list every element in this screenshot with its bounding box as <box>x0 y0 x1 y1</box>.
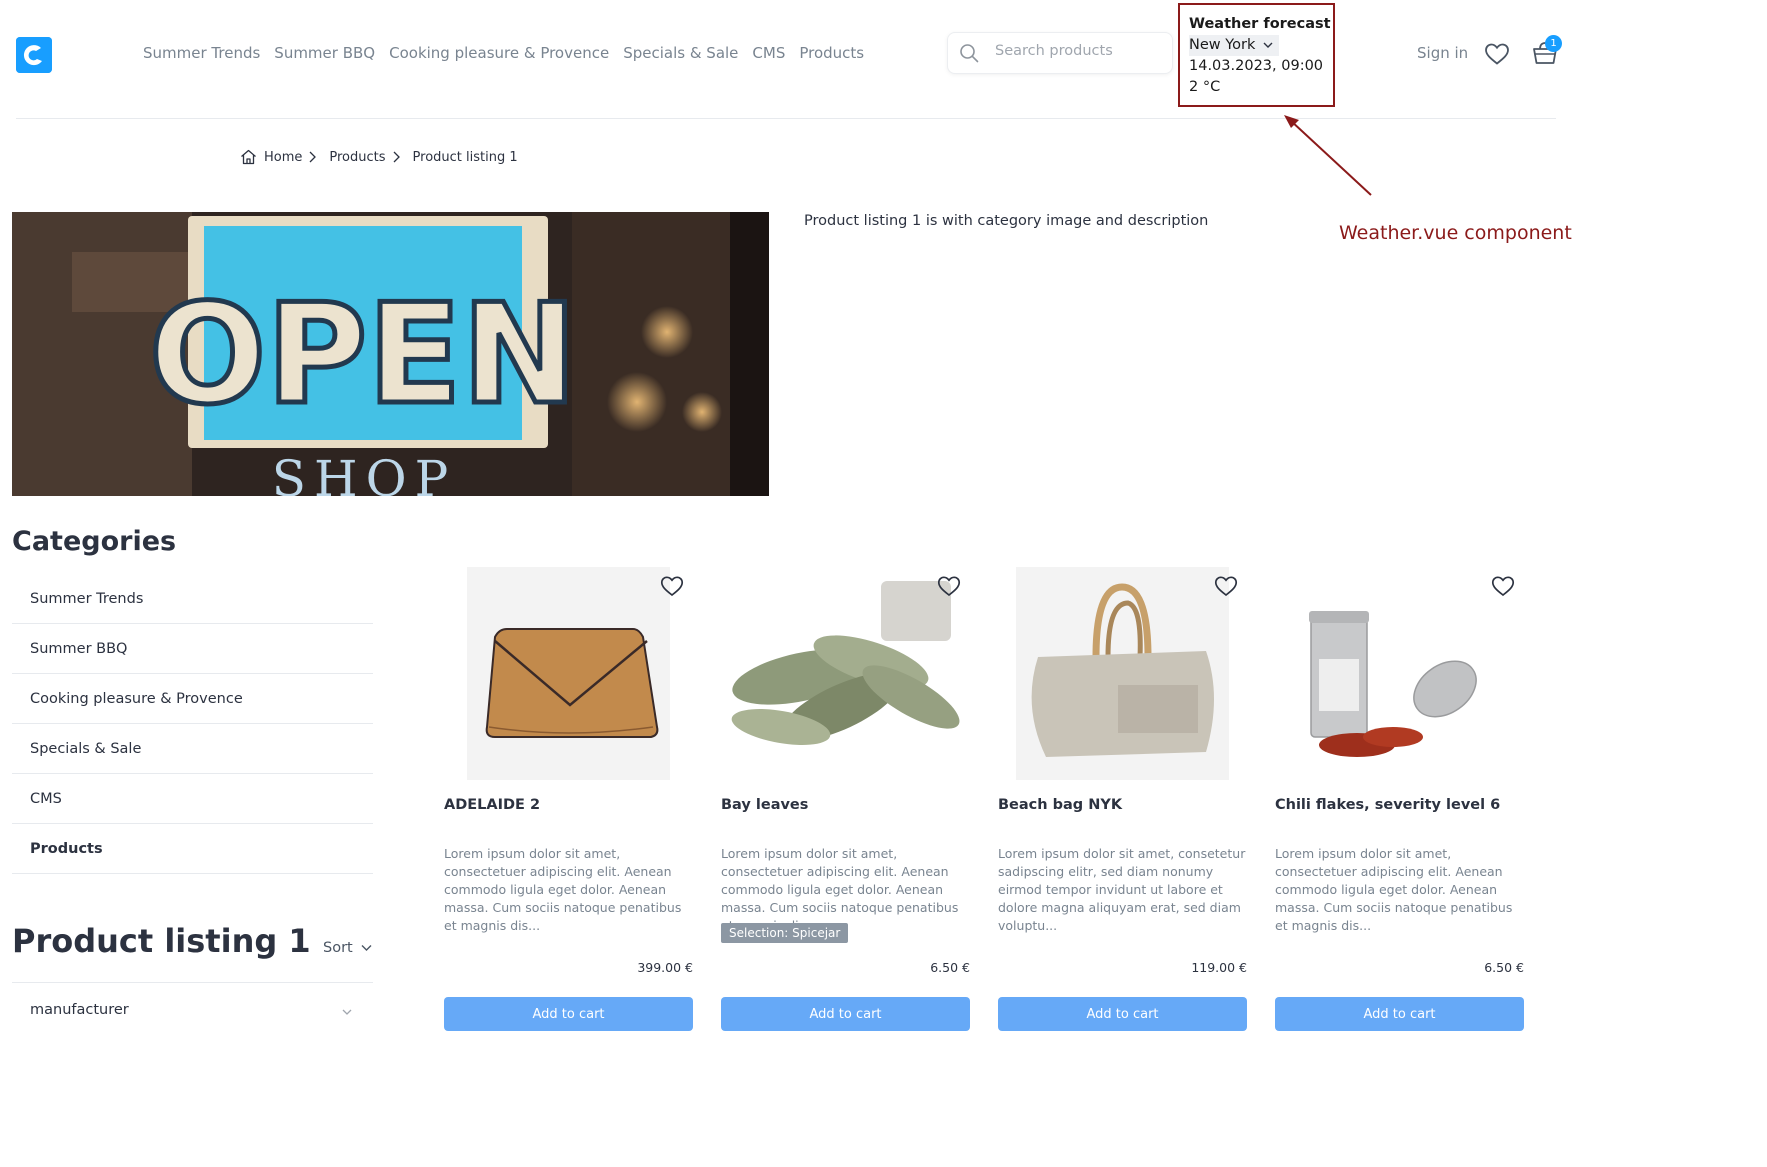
annotation-arrow-icon <box>1284 115 1372 196</box>
category-item-cooking-pleasure[interactable]: Cooking pleasure & Provence <box>12 674 373 724</box>
add-to-cart-button[interactable]: Add to cart <box>444 997 693 1031</box>
product-badge: Selection: Spicejar <box>721 923 849 943</box>
chevron-down-icon <box>1263 42 1273 48</box>
sort-label: Sort <box>323 940 353 956</box>
product-card: Chili flakes, severity level 6 Lorem ips… <box>1275 567 1524 1167</box>
hero-shop-text: SHOP <box>272 450 457 496</box>
category-item-summer-trends[interactable]: Summer Trends <box>12 574 373 624</box>
filter-label: manufacturer <box>30 1002 129 1018</box>
sign-in-link[interactable]: Sign in <box>1417 44 1468 62</box>
annotation-label: Weather.vue component <box>1339 222 1572 244</box>
product-card: Bay leaves Lorem ipsum dolor sit amet, c… <box>721 567 970 1167</box>
category-list: Summer Trends Summer BBQ Cooking pleasur… <box>12 574 373 874</box>
sort-divider <box>12 982 373 983</box>
category-item-cms[interactable]: CMS <box>12 774 373 824</box>
category-item-products[interactable]: Products <box>12 824 373 874</box>
add-to-cart-button[interactable]: Add to cart <box>1275 997 1524 1031</box>
nav-item-cms[interactable]: CMS <box>752 44 785 62</box>
home-icon[interactable] <box>240 149 257 165</box>
page-title: Product listing 1 <box>12 922 311 960</box>
categories-heading: Categories <box>12 526 177 557</box>
product-description: Lorem ipsum dolor sit amet, consetetur s… <box>998 846 1246 933</box>
heart-icon[interactable] <box>660 575 684 597</box>
product-description: Lorem ipsum dolor sit amet, consectetuer… <box>444 846 682 933</box>
search-icon[interactable] <box>959 43 979 63</box>
product-price: 6.50 € <box>1484 960 1524 975</box>
product-name[interactable]: ADELAIDE 2 <box>444 797 540 813</box>
logo-icon <box>16 37 52 73</box>
weather-city-select[interactable]: New York <box>1189 35 1280 56</box>
category-item-summer-bbq[interactable]: Summer BBQ <box>12 624 373 674</box>
product-name[interactable]: Bay leaves <box>721 797 808 813</box>
add-to-cart-button[interactable]: Add to cart <box>721 997 970 1031</box>
product-image[interactable] <box>998 567 1247 780</box>
hero-sign-text: OPEN <box>149 274 577 435</box>
cart-count-badge: 1 <box>1545 35 1562 52</box>
beach-bag-image <box>1016 567 1229 780</box>
product-description: Lorem ipsum dolor sit amet, consectetuer… <box>721 846 959 933</box>
product-price: 6.50 € <box>930 960 970 975</box>
heart-icon[interactable] <box>937 575 961 597</box>
category-item-specials-sale[interactable]: Specials & Sale <box>12 724 373 774</box>
bay-leaves-image <box>721 567 970 780</box>
product-card: Beach bag NYK Lorem ipsum dolor sit amet… <box>998 567 1247 1167</box>
chevron-down-icon <box>342 1009 352 1015</box>
nav-item-products[interactable]: Products <box>799 44 864 62</box>
weather-city-value: New York <box>1189 37 1256 53</box>
product-name[interactable]: Chili flakes, severity level 6 <box>1275 797 1500 813</box>
sort-dropdown[interactable]: Sort <box>323 940 372 956</box>
breadcrumb-home[interactable]: Home <box>264 150 302 165</box>
product-price: 399.00 € <box>637 960 693 975</box>
category-hero-image: OPEN SHOP <box>12 212 769 496</box>
weather-title: Weather forecast <box>1189 16 1331 32</box>
product-image[interactable] <box>721 567 970 780</box>
chevron-right-icon <box>393 151 400 163</box>
product-image[interactable] <box>444 567 693 780</box>
handbag-image <box>467 567 670 780</box>
add-to-cart-button[interactable]: Add to cart <box>998 997 1247 1031</box>
search-input[interactable] <box>993 42 1167 60</box>
chevron-down-icon <box>361 945 372 951</box>
product-image[interactable] <box>1275 567 1524 780</box>
chili-flakes-image <box>1275 567 1524 780</box>
nav-item-summer-trends[interactable]: Summer Trends <box>143 44 260 62</box>
main-navigation: Summer Trends Summer BBQ Cooking pleasur… <box>143 44 864 62</box>
logo[interactable] <box>16 37 52 73</box>
breadcrumb-products[interactable]: Products <box>329 150 385 165</box>
nav-item-summer-bbq[interactable]: Summer BBQ <box>274 44 375 62</box>
weather-widget: Weather forecast New York 14.03.2023, 09… <box>1178 3 1335 107</box>
wishlist-heart-icon[interactable] <box>1484 42 1510 66</box>
open-sign-image: OPEN SHOP <box>12 212 769 496</box>
breadcrumb-current[interactable]: Product listing 1 <box>413 150 518 165</box>
product-price: 119.00 € <box>1191 960 1247 975</box>
product-card: ADELAIDE 2 Lorem ipsum dolor sit amet, c… <box>444 567 693 1167</box>
nav-item-cooking-pleasure[interactable]: Cooking pleasure & Provence <box>389 44 609 62</box>
heart-icon[interactable] <box>1214 575 1238 597</box>
weather-temperature: 2 °C <box>1189 79 1221 95</box>
product-description: Lorem ipsum dolor sit amet, consectetuer… <box>1275 846 1513 933</box>
product-name[interactable]: Beach bag NYK <box>998 797 1122 813</box>
nav-item-specials-sale[interactable]: Specials & Sale <box>623 44 738 62</box>
breadcrumb: Home Products Product listing 1 <box>240 149 518 165</box>
search-box <box>947 32 1173 74</box>
weather-datetime: 14.03.2023, 09:00 <box>1189 58 1324 74</box>
category-description: Product listing 1 is with category image… <box>804 213 1209 229</box>
chevron-right-icon <box>309 151 317 163</box>
filter-manufacturer[interactable]: manufacturer <box>12 996 373 1028</box>
heart-icon[interactable] <box>1491 575 1515 597</box>
